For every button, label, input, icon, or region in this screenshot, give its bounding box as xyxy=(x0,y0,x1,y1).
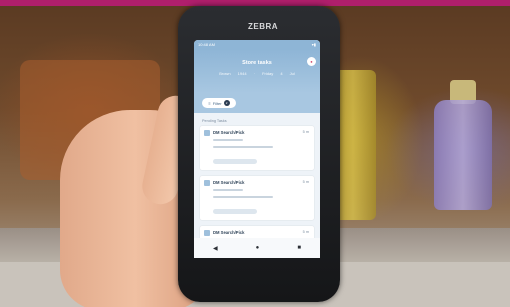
filter-button[interactable]: ≡ Filter 2 xyxy=(202,98,236,108)
background-purple-bottle xyxy=(434,100,492,210)
section-label: Pending Tasks xyxy=(202,119,227,123)
status-time: 10:48 AM xyxy=(198,42,215,47)
filter-row: ≡ Filter 2 xyxy=(194,93,320,113)
task-icon xyxy=(204,230,210,236)
app-header: Store tasks Brown 1944 · Friday 4 Jul ● xyxy=(194,49,320,93)
task-time: 5 m xyxy=(302,130,309,134)
recent-apps-icon[interactable]: ■ xyxy=(297,245,301,251)
task-detail-line xyxy=(213,189,243,191)
device-brand-logo: ZEBRA xyxy=(248,22,279,31)
task-detail-line xyxy=(213,139,243,141)
task-card[interactable]: DM Search/Pick 5 m xyxy=(200,126,314,170)
task-tag xyxy=(213,159,257,164)
home-icon[interactable]: ● xyxy=(256,245,260,251)
task-detail-line xyxy=(213,196,273,198)
task-time: 5 m xyxy=(302,230,309,234)
page-subtitle: Brown 1944 · Friday 4 Jul xyxy=(219,71,295,76)
task-title: DM Search/Pick xyxy=(213,130,245,135)
back-icon[interactable]: ◀ xyxy=(213,245,218,252)
filter-icon: ≡ xyxy=(208,100,211,106)
filter-label: Filter xyxy=(212,100,222,106)
task-icon xyxy=(204,180,210,186)
status-icons: ▾▮ xyxy=(311,42,316,47)
android-nav-bar: ◀ ● ■ xyxy=(194,238,320,258)
task-tag xyxy=(213,209,257,214)
task-card[interactable]: DM Search/Pick 5 m xyxy=(200,176,314,220)
task-title: DM Search/Pick xyxy=(213,230,245,235)
device-screen: 10:48 AM ▾▮ Store tasks Brown 1944 · Fri… xyxy=(194,40,320,258)
task-time: 5 m xyxy=(302,180,309,184)
task-icon xyxy=(204,130,210,136)
avatar-icon[interactable]: ● xyxy=(307,57,316,66)
page-title: Store tasks xyxy=(242,60,272,66)
photo-scene: ZEBRA 10:48 AM ▾▮ Store tasks Brown 1944… xyxy=(0,0,510,307)
status-bar: 10:48 AM ▾▮ xyxy=(194,40,320,49)
task-title: DM Search/Pick xyxy=(213,180,245,185)
task-detail-line xyxy=(213,146,273,148)
filter-count-badge: 2 xyxy=(223,100,230,106)
